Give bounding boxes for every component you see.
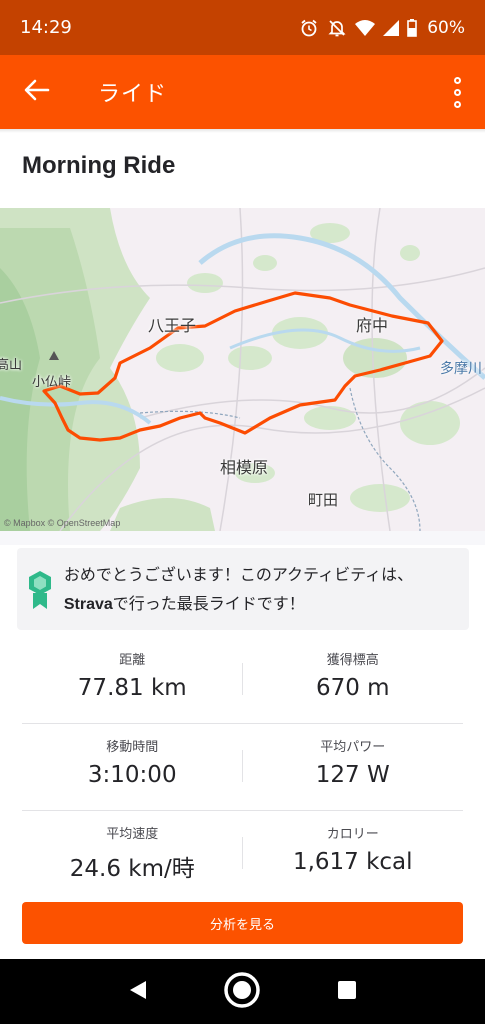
- map-attribution[interactable]: © Mapbox © OpenStreetMap: [4, 518, 120, 528]
- square-recents-icon: [337, 980, 357, 1004]
- map-label-tamagawa: 多摩川: [440, 361, 482, 377]
- nav-recents-button[interactable]: [317, 962, 377, 1022]
- map-label-kobotoke: 小仏峠: [32, 375, 72, 390]
- stat-value: 670 m: [315, 675, 390, 701]
- activity-title: Morning Ride: [22, 152, 176, 179]
- stat-avg-power: 平均パワー 127 W: [243, 724, 464, 810]
- stat-divider: [242, 837, 243, 869]
- more-vertical-icon-dot: [453, 88, 461, 96]
- alarm-icon: [299, 18, 319, 38]
- map-label-fuchu: 府中: [356, 316, 389, 335]
- stat-label: 獲得標高: [326, 653, 379, 668]
- page-title: ライド: [98, 82, 168, 107]
- app-bar-shadow: [0, 129, 485, 133]
- status-time: 14:29: [20, 17, 72, 38]
- stat-value: 24.6 km/時: [69, 856, 195, 882]
- achievement-text-after: で行った最長ライドです！: [112, 593, 305, 613]
- achievement-card: おめでとうございます！このアクティビティは、 Stravaで行った最長ライドです！: [17, 548, 469, 630]
- stat-avg-speed: 平均速度 24.6 km/時: [22, 811, 243, 898]
- route-map[interactable]: 八王子 府中 多摩川 小仏峠 相模原 町田 高山 © Mapbox © Open…: [0, 208, 485, 531]
- achievement-text: おめでとうございます！このアクティビティは、 Stravaで行った最長ライドです！: [64, 560, 469, 619]
- stat-value: 127 W: [315, 762, 390, 788]
- stat-distance: 距離 77.81 km: [22, 637, 243, 723]
- status-icons: 60%: [299, 18, 465, 38]
- map-canvas: [0, 208, 485, 531]
- wifi-icon: [355, 19, 376, 37]
- stat-divider: [242, 663, 243, 695]
- stat-calories: カロリー 1,617 kcal: [243, 811, 464, 898]
- map-label-takao: 高山: [0, 358, 23, 373]
- achievement-text-before: おめでとうございます！このアクティビティは、: [63, 564, 414, 584]
- view-analysis-button[interactable]: 分析を見る: [22, 902, 463, 944]
- circle-home-icon: [222, 970, 262, 1014]
- stats-grid: 距離 77.81 km 獲得標高 670 m 移動時間 3:10:00 平均パワ…: [22, 637, 463, 898]
- more-vertical-icon-dot: [453, 76, 461, 84]
- stats-row: 距離 77.81 km 獲得標高 670 m: [22, 637, 463, 724]
- signal-icon: [383, 19, 400, 36]
- stat-label: 平均パワー: [320, 740, 386, 755]
- stat-label: 平均速度: [106, 827, 159, 842]
- bell-off-icon: [327, 18, 347, 38]
- triangle-back-icon: [128, 979, 148, 1005]
- app-bar: ライド: [0, 55, 485, 129]
- system-nav-bar: [0, 959, 485, 1024]
- arrow-left-icon: [24, 79, 50, 105]
- section-gap: [0, 531, 485, 545]
- stat-label: 距離: [119, 653, 146, 668]
- battery-icon: [407, 18, 418, 37]
- stat-elevation-gain: 獲得標高 670 m: [243, 637, 464, 723]
- stat-label: 移動時間: [106, 740, 159, 755]
- stats-row: 平均速度 24.6 km/時 カロリー 1,617 kcal: [22, 811, 463, 898]
- achievement-brand: Strava: [63, 595, 113, 613]
- back-button[interactable]: [0, 55, 74, 129]
- stat-value: 77.81 km: [77, 675, 187, 701]
- stat-moving-time: 移動時間 3:10:00: [22, 724, 243, 810]
- screen: 14:29 60% ライド Morning Ride 八王子 府中 多摩川 小仏…: [0, 0, 485, 1024]
- nav-back-button[interactable]: [108, 962, 168, 1022]
- map-label-hachioji: 八王子: [148, 316, 197, 335]
- battery-percent: 60%: [427, 17, 465, 38]
- stat-value: 3:10:00: [87, 762, 177, 788]
- map-label-machida: 町田: [308, 491, 339, 509]
- stats-row: 移動時間 3:10:00 平均パワー 127 W: [22, 724, 463, 811]
- stat-value: 1,617 kcal: [292, 849, 413, 875]
- map-label-sagamihara: 相模原: [220, 458, 269, 477]
- more-options-button[interactable]: [429, 55, 485, 129]
- medal-icon: [17, 569, 64, 609]
- stat-label: カロリー: [326, 827, 379, 842]
- more-vertical-icon-dot: [453, 100, 461, 108]
- nav-home-button[interactable]: [212, 962, 272, 1022]
- stat-divider: [242, 750, 243, 782]
- status-bar: 14:29 60%: [0, 0, 485, 55]
